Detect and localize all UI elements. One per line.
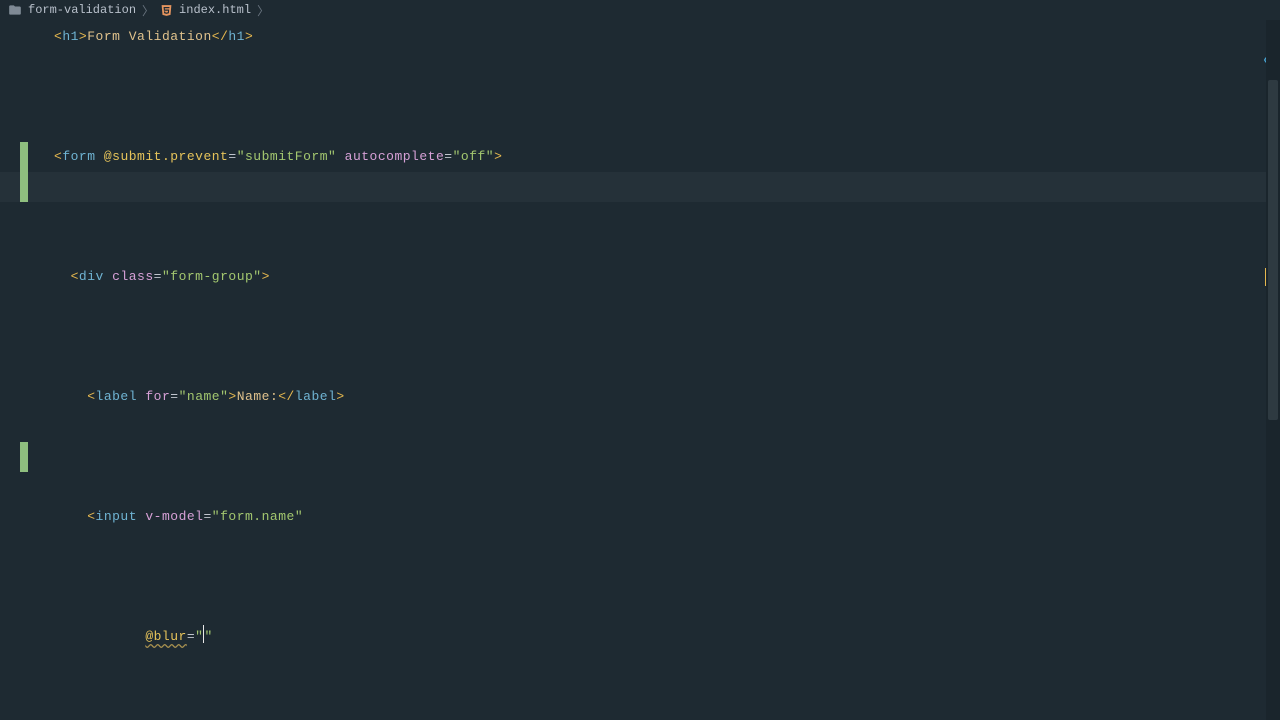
breadcrumb-file[interactable]: index.html xyxy=(179,3,251,17)
chevron-right-icon: 〉 xyxy=(142,2,154,19)
scrollbar-thumb[interactable] xyxy=(1268,80,1278,420)
code-content[interactable]: <h1>Form Validation</h1> <form @submit.p… xyxy=(0,20,1100,720)
html-file-icon xyxy=(160,4,173,17)
breadcrumb[interactable]: form-validation 〉 index.html 〉 xyxy=(0,0,1280,20)
folder-icon xyxy=(8,3,22,17)
scrollbar[interactable] xyxy=(1266,20,1280,720)
code-editor[interactable]: <h1>Form Validation</h1> <form @submit.p… xyxy=(0,20,1280,720)
chevron-right-icon: 〉 xyxy=(257,2,269,19)
breadcrumb-folder[interactable]: form-validation xyxy=(28,3,136,17)
text-cursor xyxy=(203,625,204,643)
